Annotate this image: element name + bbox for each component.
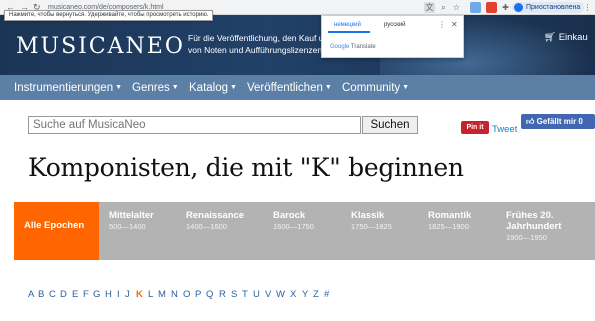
- nav-label: Veröffentlichen: [247, 82, 323, 94]
- caret-down-icon: ▼: [402, 84, 410, 91]
- epoch-tab-barock[interactable]: Barock 1600—1750: [263, 202, 341, 260]
- epoch-tab-klassik[interactable]: Klassik 1750—1825: [341, 202, 418, 260]
- site-header: MUSICANEO Für die Veröffentlichung, den …: [0, 15, 595, 75]
- letter-link[interactable]: J: [125, 289, 130, 300]
- epoch-range: 500—1400: [109, 222, 146, 231]
- caret-down-icon: ▼: [324, 84, 332, 91]
- nav-label: Instrumentierungen: [14, 82, 114, 94]
- letter-link[interactable]: S: [231, 289, 237, 300]
- epoch-range: 1600—1750: [273, 222, 314, 231]
- nav-label: Genres: [132, 82, 170, 94]
- epoch-name: Alle Epochen: [24, 220, 85, 231]
- fb-like-label: Gefällt mir 0: [536, 117, 583, 126]
- brand-translate: Translate: [350, 44, 376, 50]
- letter-link[interactable]: X: [290, 289, 296, 300]
- extension-icon[interactable]: [470, 2, 481, 13]
- caret-down-icon: ▼: [171, 84, 179, 91]
- extension-icon[interactable]: [486, 2, 497, 13]
- epoch-tab-alle[interactable]: Alle Epochen: [14, 202, 99, 260]
- letter-link[interactable]: P: [195, 289, 201, 300]
- profile-button[interactable]: Приостановлена: [512, 2, 585, 13]
- translate-icon[interactable]: 文: [424, 2, 435, 13]
- caret-down-icon: ▼: [230, 84, 237, 91]
- nav-item-veroeffentlichen[interactable]: Veröffentlichen ▼: [247, 81, 332, 95]
- epoch-tab-fruehes-20-jahrhundert[interactable]: Frühes 20. Jahrhundert 1900—1950: [496, 202, 595, 260]
- letter-link[interactable]: L: [148, 289, 153, 300]
- epoch-tab-mittelalter[interactable]: Mittelalter 500—1400: [99, 202, 176, 260]
- letter-link[interactable]: C: [49, 289, 56, 300]
- letter-link[interactable]: N: [171, 289, 178, 300]
- nav-item-genres[interactable]: Genres ▼: [132, 81, 179, 95]
- letter-link[interactable]: E: [72, 289, 78, 300]
- epoch-name: Frühes 20. Jahrhundert: [506, 210, 562, 232]
- letter-link[interactable]: W: [276, 289, 285, 300]
- google-translate-brand: Google Translate: [330, 44, 376, 50]
- letter-link[interactable]: #: [324, 289, 329, 300]
- letter-link[interactable]: F: [83, 289, 89, 300]
- active-tab-indicator: [328, 31, 370, 33]
- letter-link[interactable]: I: [117, 289, 120, 300]
- letter-link[interactable]: Q: [206, 289, 213, 300]
- close-icon[interactable]: ✕: [451, 20, 458, 30]
- nav-label: Katalog: [189, 82, 229, 94]
- epoch-range: 1400—1600: [186, 222, 227, 231]
- letter-link[interactable]: D: [60, 289, 67, 300]
- nav-item-katalog[interactable]: Katalog ▼: [189, 81, 237, 95]
- page-title: Komponisten, die mit "K" beginnen: [28, 153, 464, 182]
- thumbs-up-icon: 👍︎: [526, 117, 535, 126]
- profile-label: Приостановлена: [526, 4, 581, 11]
- epoch-tabs: Alle Epochen Mittelalter 500—1400 Renais…: [14, 202, 595, 260]
- letter-link[interactable]: Y: [302, 289, 308, 300]
- translate-popup: немецкий русский ⋮ ✕ Google Translate: [321, 15, 464, 58]
- back-tooltip: Нажмите, чтобы вернуться. Удерживайте, ч…: [4, 10, 214, 21]
- site-logo[interactable]: MUSICANEO: [16, 35, 185, 59]
- nav-label: Community: [342, 82, 401, 94]
- letter-link-current[interactable]: K: [136, 289, 143, 300]
- translate-source-tab[interactable]: немецкий: [334, 21, 361, 29]
- epoch-tab-renaissance[interactable]: Renaissance 1400—1600: [176, 202, 263, 260]
- more-options-icon[interactable]: ⋮: [438, 20, 446, 30]
- letter-link[interactable]: H: [105, 289, 112, 300]
- epoch-range: 1900—1950: [506, 233, 547, 242]
- pinterest-button[interactable]: Pin it: [461, 121, 489, 134]
- epoch-name: Renaissance: [186, 210, 245, 221]
- letter-link[interactable]: R: [219, 289, 226, 300]
- search-input[interactable]: [28, 116, 361, 134]
- menu-kebab-icon[interactable]: ⋮: [582, 2, 593, 13]
- letter-link[interactable]: T: [242, 289, 248, 300]
- basket-link[interactable]: 🛒︎ Einkau: [544, 32, 588, 43]
- epoch-name: Barock: [273, 210, 306, 221]
- epoch-tab-romantik[interactable]: Romantik 1825—1900: [418, 202, 496, 260]
- extensions-puzzle-icon[interactable]: ✚: [500, 2, 511, 13]
- letter-link[interactable]: V: [265, 289, 271, 300]
- main-nav: Instrumentierungen ▼ Genres ▼ Katalog ▼ Ver…: [0, 75, 595, 100]
- nav-item-instrumentierungen[interactable]: Instrumentierungen ▼: [14, 81, 122, 95]
- facebook-like-button[interactable]: 👍︎ Gefällt mir 0: [521, 114, 595, 129]
- epoch-range: 1750—1825: [351, 222, 392, 231]
- epoch-range: 1825—1900: [428, 222, 469, 231]
- letter-link[interactable]: A: [28, 289, 34, 300]
- epoch-name: Romantik: [428, 210, 472, 221]
- zoom-icon[interactable]: ⌕: [438, 2, 449, 13]
- nav-item-community[interactable]: Community ▼: [342, 81, 409, 95]
- brand-google: Google: [330, 44, 350, 50]
- search-button[interactable]: Suchen: [362, 116, 418, 134]
- letter-link[interactable]: Z: [313, 289, 319, 300]
- caret-down-icon: ▼: [115, 84, 123, 91]
- letter-link[interactable]: O: [183, 289, 190, 300]
- letter-link[interactable]: B: [38, 289, 44, 300]
- avatar: [514, 3, 523, 12]
- tweet-link[interactable]: Tweet: [492, 124, 517, 135]
- cart-icon: 🛒︎: [544, 32, 557, 43]
- bookmark-star-icon[interactable]: ☆: [451, 2, 462, 13]
- translate-target-tab[interactable]: русский: [384, 21, 406, 29]
- letter-link[interactable]: G: [93, 289, 100, 300]
- letter-link[interactable]: M: [158, 289, 166, 300]
- epoch-name: Mittelalter: [109, 210, 154, 221]
- epoch-name: Klassik: [351, 210, 385, 221]
- basket-label: Einkau: [558, 32, 588, 43]
- letter-link[interactable]: U: [253, 289, 260, 300]
